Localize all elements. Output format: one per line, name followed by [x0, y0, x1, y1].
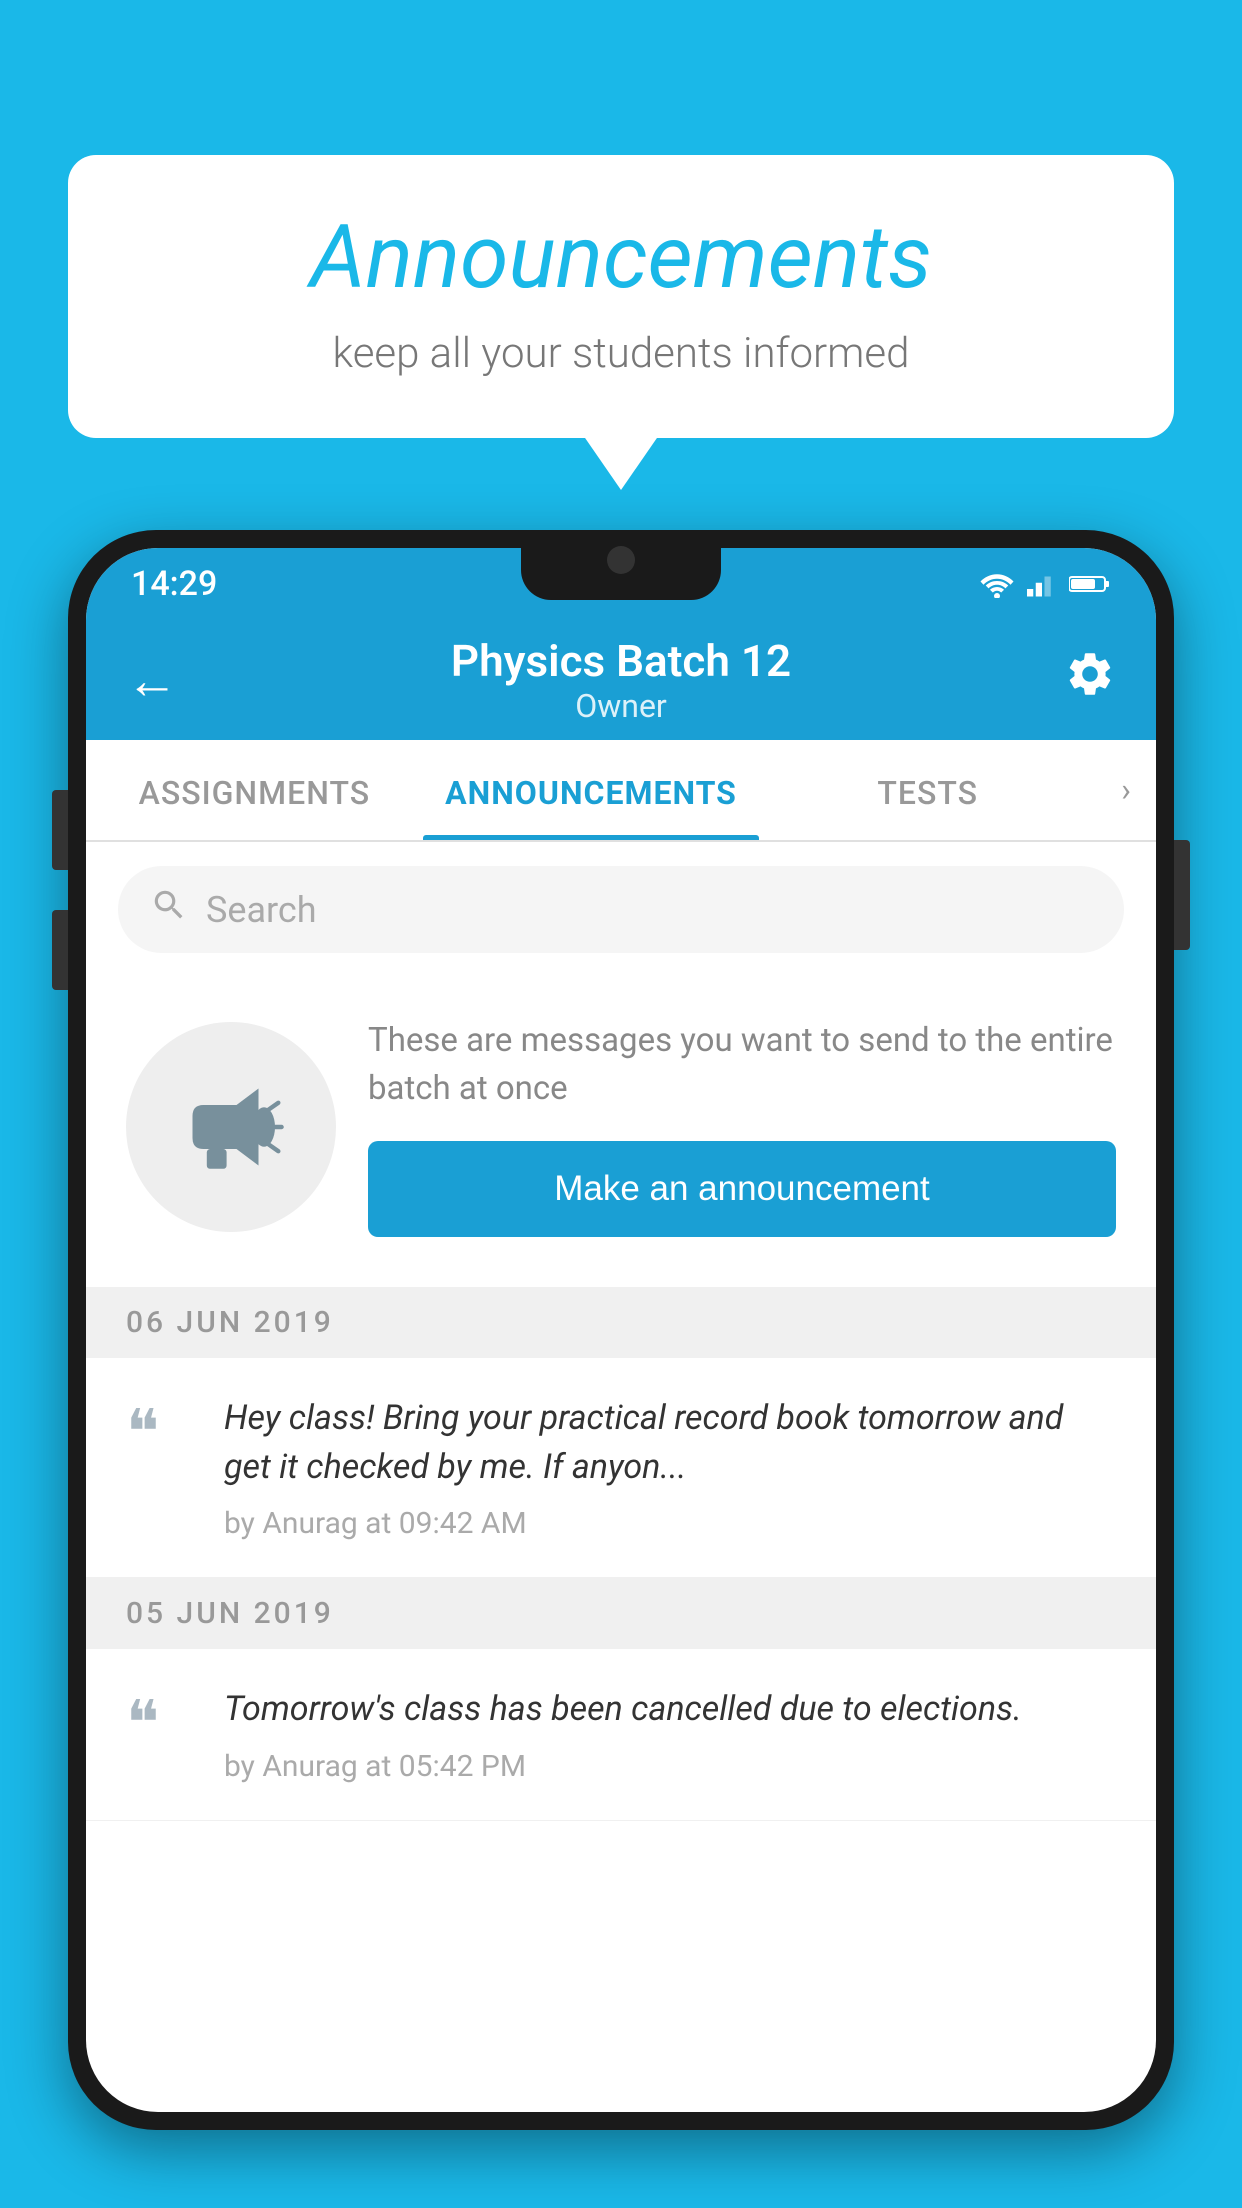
announcement-content-2: Tomorrow's class has been cancelled due …	[224, 1685, 1116, 1783]
power-button	[1174, 840, 1190, 950]
tabs-bar: ASSIGNMENTS ANNOUNCEMENTS TESTS ›	[86, 740, 1156, 842]
announcement-item-1[interactable]: ❝ Hey class! Bring your practical record…	[86, 1358, 1156, 1579]
signal-icon	[1027, 570, 1057, 598]
volume-up-button	[52, 790, 68, 870]
announcement-meta-2: by Anurag at 05:42 PM	[224, 1749, 1116, 1784]
speech-bubble-subtitle: keep all your students informed	[128, 329, 1114, 378]
announcement-text-1: Hey class! Bring your practical record b…	[224, 1394, 1116, 1493]
quote-icon-2: ❝	[126, 1693, 196, 1755]
tab-announcements[interactable]: ANNOUNCEMENTS	[423, 740, 760, 840]
promo-description: These are messages you want to send to t…	[368, 1017, 1116, 1113]
date-separator-2: 05 JUN 2019	[86, 1578, 1156, 1649]
tab-tests[interactable]: TESTS	[759, 740, 1096, 840]
search-bar[interactable]: Search	[118, 866, 1124, 953]
gear-icon	[1064, 648, 1116, 700]
speech-bubble-container: Announcements keep all your students inf…	[68, 155, 1174, 438]
make-announcement-button[interactable]: Make an announcement	[368, 1141, 1116, 1237]
tab-more-button[interactable]: ›	[1096, 740, 1156, 840]
volume-down-button	[52, 910, 68, 990]
phone-screen: 14:29	[86, 548, 1156, 2112]
battery-icon	[1069, 572, 1111, 596]
search-placeholder: Search	[206, 889, 317, 931]
status-time: 14:29	[131, 564, 217, 604]
settings-button[interactable]	[1064, 648, 1116, 712]
phone-camera	[607, 546, 635, 574]
promo-card: These are messages you want to send to t…	[86, 977, 1156, 1287]
back-button[interactable]: ←	[126, 650, 178, 711]
announcement-item-2[interactable]: ❝ Tomorrow's class has been cancelled du…	[86, 1649, 1156, 1820]
app-bar: ← Physics Batch 12 Owner	[86, 620, 1156, 740]
wifi-icon	[979, 570, 1015, 598]
phone-wrapper: 14:29	[68, 530, 1174, 2208]
promo-icon-circle	[126, 1022, 336, 1232]
promo-right: These are messages you want to send to t…	[368, 1017, 1116, 1237]
app-bar-subtitle: Owner	[451, 687, 791, 725]
tab-assignments[interactable]: ASSIGNMENTS	[86, 740, 423, 840]
app-bar-title-group: Physics Batch 12 Owner	[451, 635, 791, 725]
search-container: Search	[86, 842, 1156, 977]
announcement-meta-1: by Anurag at 09:42 AM	[224, 1506, 1116, 1541]
status-icons	[979, 570, 1111, 598]
speech-bubble-title: Announcements	[128, 210, 1114, 307]
search-icon	[150, 886, 188, 933]
announcement-content-1: Hey class! Bring your practical record b…	[224, 1394, 1116, 1542]
speech-bubble: Announcements keep all your students inf…	[68, 155, 1174, 438]
date-separator-1: 06 JUN 2019	[86, 1287, 1156, 1358]
app-bar-title: Physics Batch 12	[451, 635, 791, 687]
announcement-text-2: Tomorrow's class has been cancelled due …	[224, 1685, 1116, 1734]
magnify-icon	[150, 886, 188, 924]
quote-icon-1: ❝	[126, 1402, 196, 1464]
megaphone-icon	[176, 1072, 286, 1182]
phone-frame: 14:29	[68, 530, 1174, 2130]
